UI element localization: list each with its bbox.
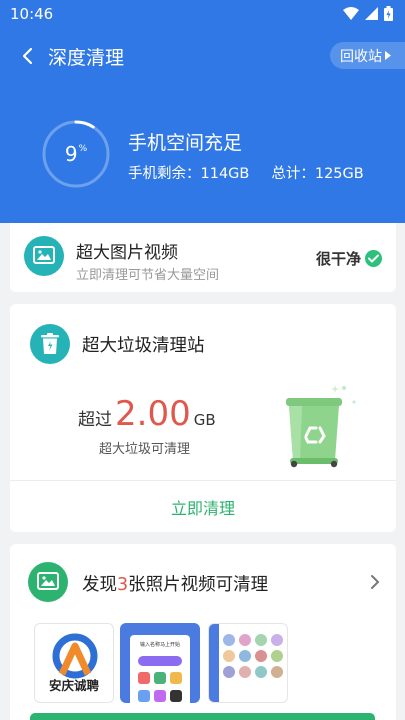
header: 10:46 深度清理 回收站 9% 手机空间充足 手机剩余：114GB 总计：1… (0, 0, 405, 223)
status-badge: 很干净 (316, 248, 382, 269)
status-bar: 10:46 (0, 0, 405, 30)
photo-thumbnail-text: 输入名称马上开始 (139, 642, 180, 648)
big-media-subtitle: 立即清理可节省大量空间 (76, 268, 220, 283)
storage-percent: 9 (64, 142, 78, 166)
nav-bar: 深度清理 回收站 (0, 36, 405, 76)
storage-total: 总计：125GB (271, 166, 364, 182)
chevron-right-icon[interactable] (370, 574, 380, 590)
clean-now-button[interactable]: 立即清理 (10, 481, 396, 532)
storage-title: 手机空间充足 (128, 132, 243, 154)
photo-thumbnail[interactable] (208, 623, 288, 703)
junk-amount-unit: GB (193, 411, 216, 429)
storage-percent-unit: % (78, 144, 88, 154)
big-junk-title: 超大垃圾清理站 (82, 336, 205, 356)
back-arrow-icon[interactable] (16, 42, 42, 70)
big-media-title: 超大图片视频 (76, 243, 178, 263)
recycle-bin-label: 回收站 (340, 48, 382, 65)
bottom-action-button[interactable] (30, 713, 375, 720)
photo-thumbnail[interactable]: 输入名称马上开始 (120, 623, 200, 703)
recycle-bin-button[interactable]: 回收站 (330, 42, 405, 69)
page-title: 深度清理 (48, 47, 125, 69)
signal-icon (365, 7, 378, 20)
photo-cleanup-title: 发现3张照片视频可清理 (82, 571, 268, 596)
big-media-status: 很干净 (315, 250, 361, 268)
check-icon (365, 250, 382, 267)
photo-title-prefix: 发现 (82, 575, 117, 595)
junk-amount-prefix: 超过 (78, 410, 112, 430)
wifi-icon (343, 7, 359, 20)
storage-gauge: 9% (40, 118, 112, 190)
junk-amount-value: 2.00 (115, 394, 191, 434)
photo-title-suffix: 张照片视频可清理 (128, 575, 269, 595)
big-media-card[interactable]: 超大图片视频 立即清理可节省大量空间 很干净 (10, 223, 396, 292)
status-icons (343, 6, 393, 21)
big-junk-description: 超大垃圾可清理 (99, 442, 191, 457)
photo-count: 3 (117, 575, 129, 595)
junk-amount: 超过 2.00 GB (78, 394, 216, 434)
photo-thumbnail-label: 安庆诚聘 (48, 678, 99, 693)
recycle-bin-illustration-icon (286, 385, 356, 468)
storage-summary: 手机剩余：114GB 总计：125GB (128, 162, 364, 183)
big-junk-card: 超大垃圾清理站 超过 2.00 GB 超大垃圾可清理 立即清理 (10, 304, 396, 532)
image-icon (24, 236, 64, 276)
photo-cleanup-card[interactable]: 发现3张照片视频可清理 安庆诚聘 输入名称马上开始 (10, 544, 396, 720)
battery-icon (384, 6, 393, 21)
photo-icon (28, 562, 68, 602)
storage-remaining: 手机剩余：114GB (128, 166, 250, 182)
triangle-right-icon (385, 51, 391, 60)
status-time: 10:46 (10, 5, 54, 23)
trash-icon (30, 324, 70, 364)
photo-thumbnail[interactable]: 安庆诚聘 (34, 623, 114, 703)
